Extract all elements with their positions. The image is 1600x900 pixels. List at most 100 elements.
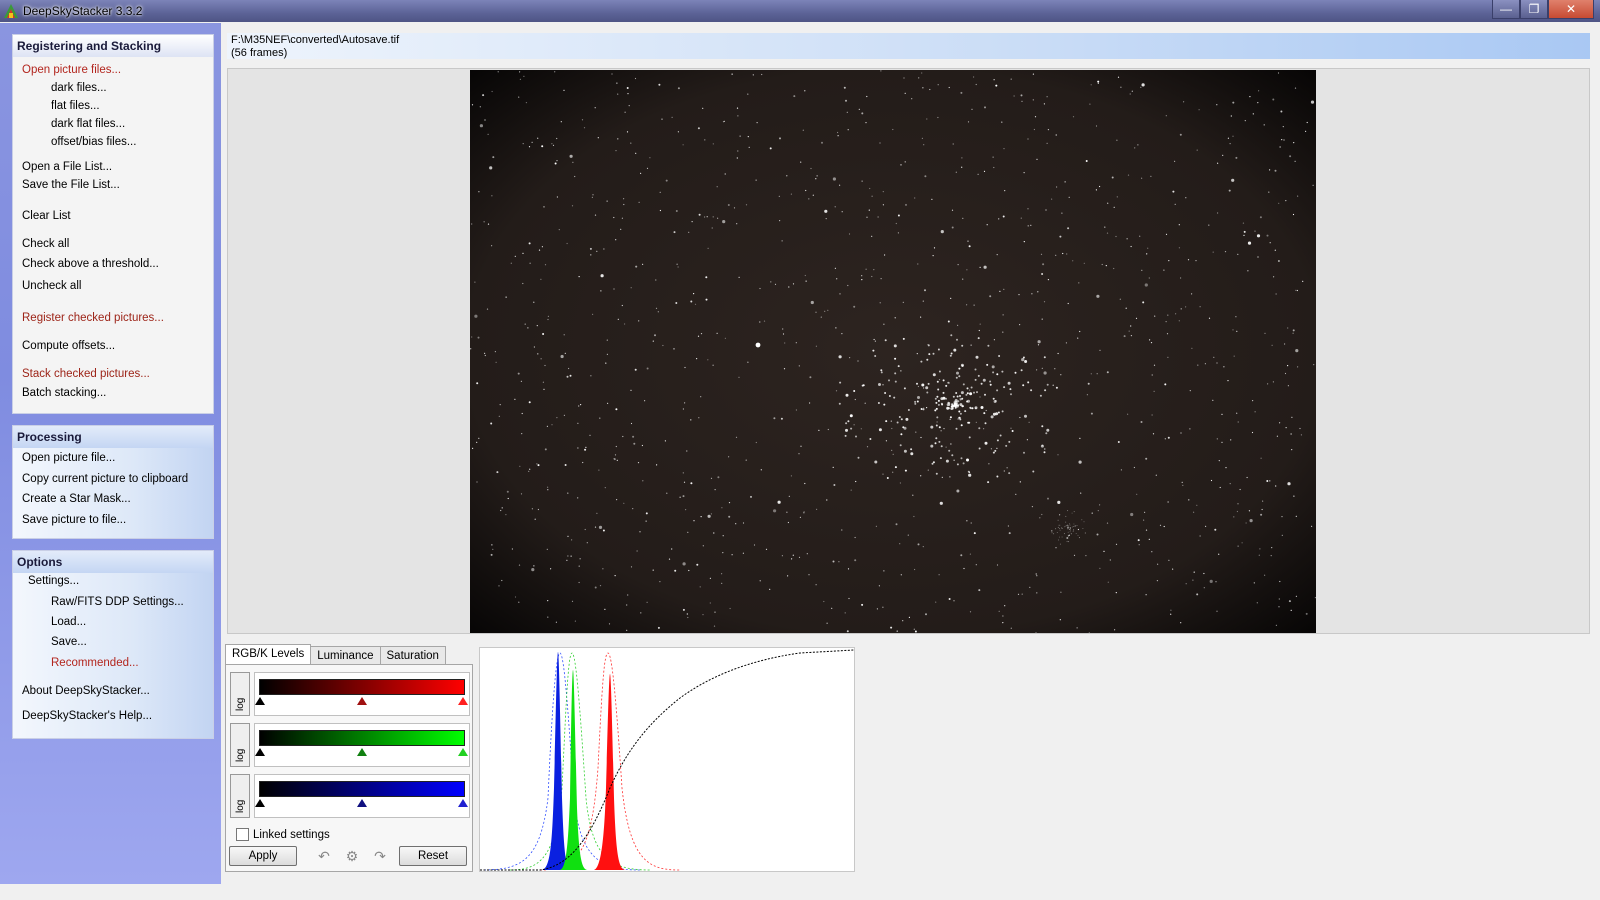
maximize-button[interactable]: ❐	[1520, 0, 1548, 19]
star-point	[897, 365, 900, 368]
open-picture-files-link[interactable]: Open picture files...	[22, 64, 121, 76]
batch-stacking-link[interactable]: Batch stacking...	[22, 387, 106, 399]
copy-to-clipboard-link[interactable]: Copy current picture to clipboard	[22, 473, 188, 485]
file-path: F:\M35NEF\converted\Autosave.tif	[231, 34, 400, 46]
star-point	[499, 404, 501, 406]
star-point	[1216, 362, 1218, 364]
star-point	[476, 441, 478, 443]
star-point	[935, 407, 938, 410]
save-picture-link[interactable]: Save picture to file...	[22, 514, 126, 526]
gear-icon[interactable]: ⚙	[342, 846, 362, 866]
star-point	[1057, 519, 1059, 521]
dark-flat-files-link[interactable]: dark flat files...	[51, 118, 125, 130]
tab-saturation[interactable]: Saturation	[379, 646, 446, 665]
star-point	[769, 588, 771, 590]
linked-settings[interactable]: Linked settings	[236, 828, 330, 841]
star-point	[1113, 267, 1115, 270]
raw-fits-settings-link[interactable]: Raw/FITS DDP Settings...	[51, 596, 184, 608]
undo-icon[interactable]: ↶	[314, 846, 334, 866]
star-point	[1300, 434, 1302, 436]
star-point	[1069, 524, 1071, 526]
blue-black-point[interactable]	[255, 799, 265, 807]
reset-button[interactable]: Reset	[399, 846, 467, 866]
red-mid-point[interactable]	[357, 697, 367, 705]
star-point	[861, 180, 863, 182]
green-level-slider[interactable]	[254, 723, 470, 767]
star-point	[1024, 360, 1028, 363]
green-black-point[interactable]	[255, 748, 265, 756]
star-point	[970, 386, 973, 389]
green-white-point[interactable]	[458, 748, 468, 756]
star-point	[1149, 339, 1151, 341]
star-point	[1218, 553, 1220, 555]
minimize-button[interactable]: —	[1492, 0, 1520, 19]
star-point	[1271, 344, 1273, 346]
offset-bias-files-link[interactable]: offset/bias files...	[51, 136, 136, 148]
star-point	[1001, 410, 1004, 413]
red-log-toggle[interactable]: log	[230, 672, 250, 716]
star-point	[1008, 532, 1011, 535]
star-point	[626, 604, 628, 606]
star-point	[489, 166, 493, 170]
star-point	[529, 262, 531, 264]
open-file-list-link[interactable]: Open a File List...	[22, 161, 112, 173]
star-point	[484, 352, 486, 354]
uncheck-all-link[interactable]: Uncheck all	[22, 280, 81, 292]
tab-luminance[interactable]: Luminance	[310, 646, 381, 665]
star-point	[501, 507, 503, 509]
green-histogram	[560, 670, 588, 870]
help-link[interactable]: DeepSkyStacker's Help...	[22, 710, 152, 722]
star-point	[1180, 277, 1182, 279]
image-viewer[interactable]	[227, 68, 1590, 634]
star-point	[1284, 343, 1286, 345]
star-point	[1027, 225, 1029, 227]
save-settings-link[interactable]: Save...	[51, 636, 87, 648]
blue-log-toggle[interactable]: log	[230, 774, 250, 818]
redo-icon[interactable]: ↷	[370, 846, 390, 866]
star-point	[739, 135, 741, 137]
star-point	[566, 242, 568, 245]
star-point	[943, 428, 945, 430]
star-point	[808, 198, 810, 200]
create-star-mask-link[interactable]: Create a Star Mask...	[22, 493, 131, 505]
settings-link[interactable]: Settings...	[28, 575, 79, 587]
register-checked-link[interactable]: Register checked pictures...	[22, 312, 164, 324]
blue-mid-point[interactable]	[357, 799, 367, 807]
tab-rgbk-levels[interactable]: RGB/K Levels	[225, 644, 312, 665]
star-point	[1003, 288, 1005, 290]
star-point	[1069, 531, 1071, 533]
linked-settings-checkbox[interactable]	[236, 828, 249, 841]
load-settings-link[interactable]: Load...	[51, 616, 86, 628]
star-point	[519, 78, 521, 80]
star-point	[1045, 209, 1047, 211]
blue-white-point[interactable]	[458, 799, 468, 807]
recommended-link[interactable]: Recommended...	[51, 657, 139, 669]
check-all-link[interactable]: Check all	[22, 238, 69, 250]
dark-files-link[interactable]: dark files...	[51, 82, 107, 94]
green-log-toggle[interactable]: log	[230, 723, 250, 767]
star-point	[1066, 526, 1068, 528]
check-above-threshold-link[interactable]: Check above a threshold...	[22, 258, 159, 270]
open-picture-file-link[interactable]: Open picture file...	[22, 452, 115, 464]
star-point	[1232, 329, 1234, 331]
red-level-slider[interactable]	[254, 672, 470, 716]
about-link[interactable]: About DeepSkyStacker...	[22, 685, 150, 697]
blue-level-slider[interactable]	[254, 774, 470, 818]
star-point	[1246, 476, 1248, 479]
red-black-point[interactable]	[255, 697, 265, 705]
flat-files-link[interactable]: flat files...	[51, 100, 100, 112]
star-point	[614, 454, 617, 456]
save-file-list-link[interactable]: Save the File List...	[22, 179, 120, 191]
green-mid-point[interactable]	[357, 748, 367, 756]
red-white-point[interactable]	[458, 697, 468, 705]
star-point	[1269, 242, 1271, 244]
star-point	[702, 107, 704, 109]
stack-checked-link[interactable]: Stack checked pictures...	[22, 368, 150, 380]
apply-button[interactable]: Apply	[229, 846, 297, 866]
star-point	[1143, 519, 1145, 521]
green-log-label: log	[235, 748, 246, 762]
close-button[interactable]: ✕	[1548, 0, 1594, 19]
clear-list-link[interactable]: Clear List	[22, 210, 71, 222]
stacked-star-image[interactable]	[470, 70, 1316, 633]
compute-offsets-link[interactable]: Compute offsets...	[22, 340, 115, 352]
